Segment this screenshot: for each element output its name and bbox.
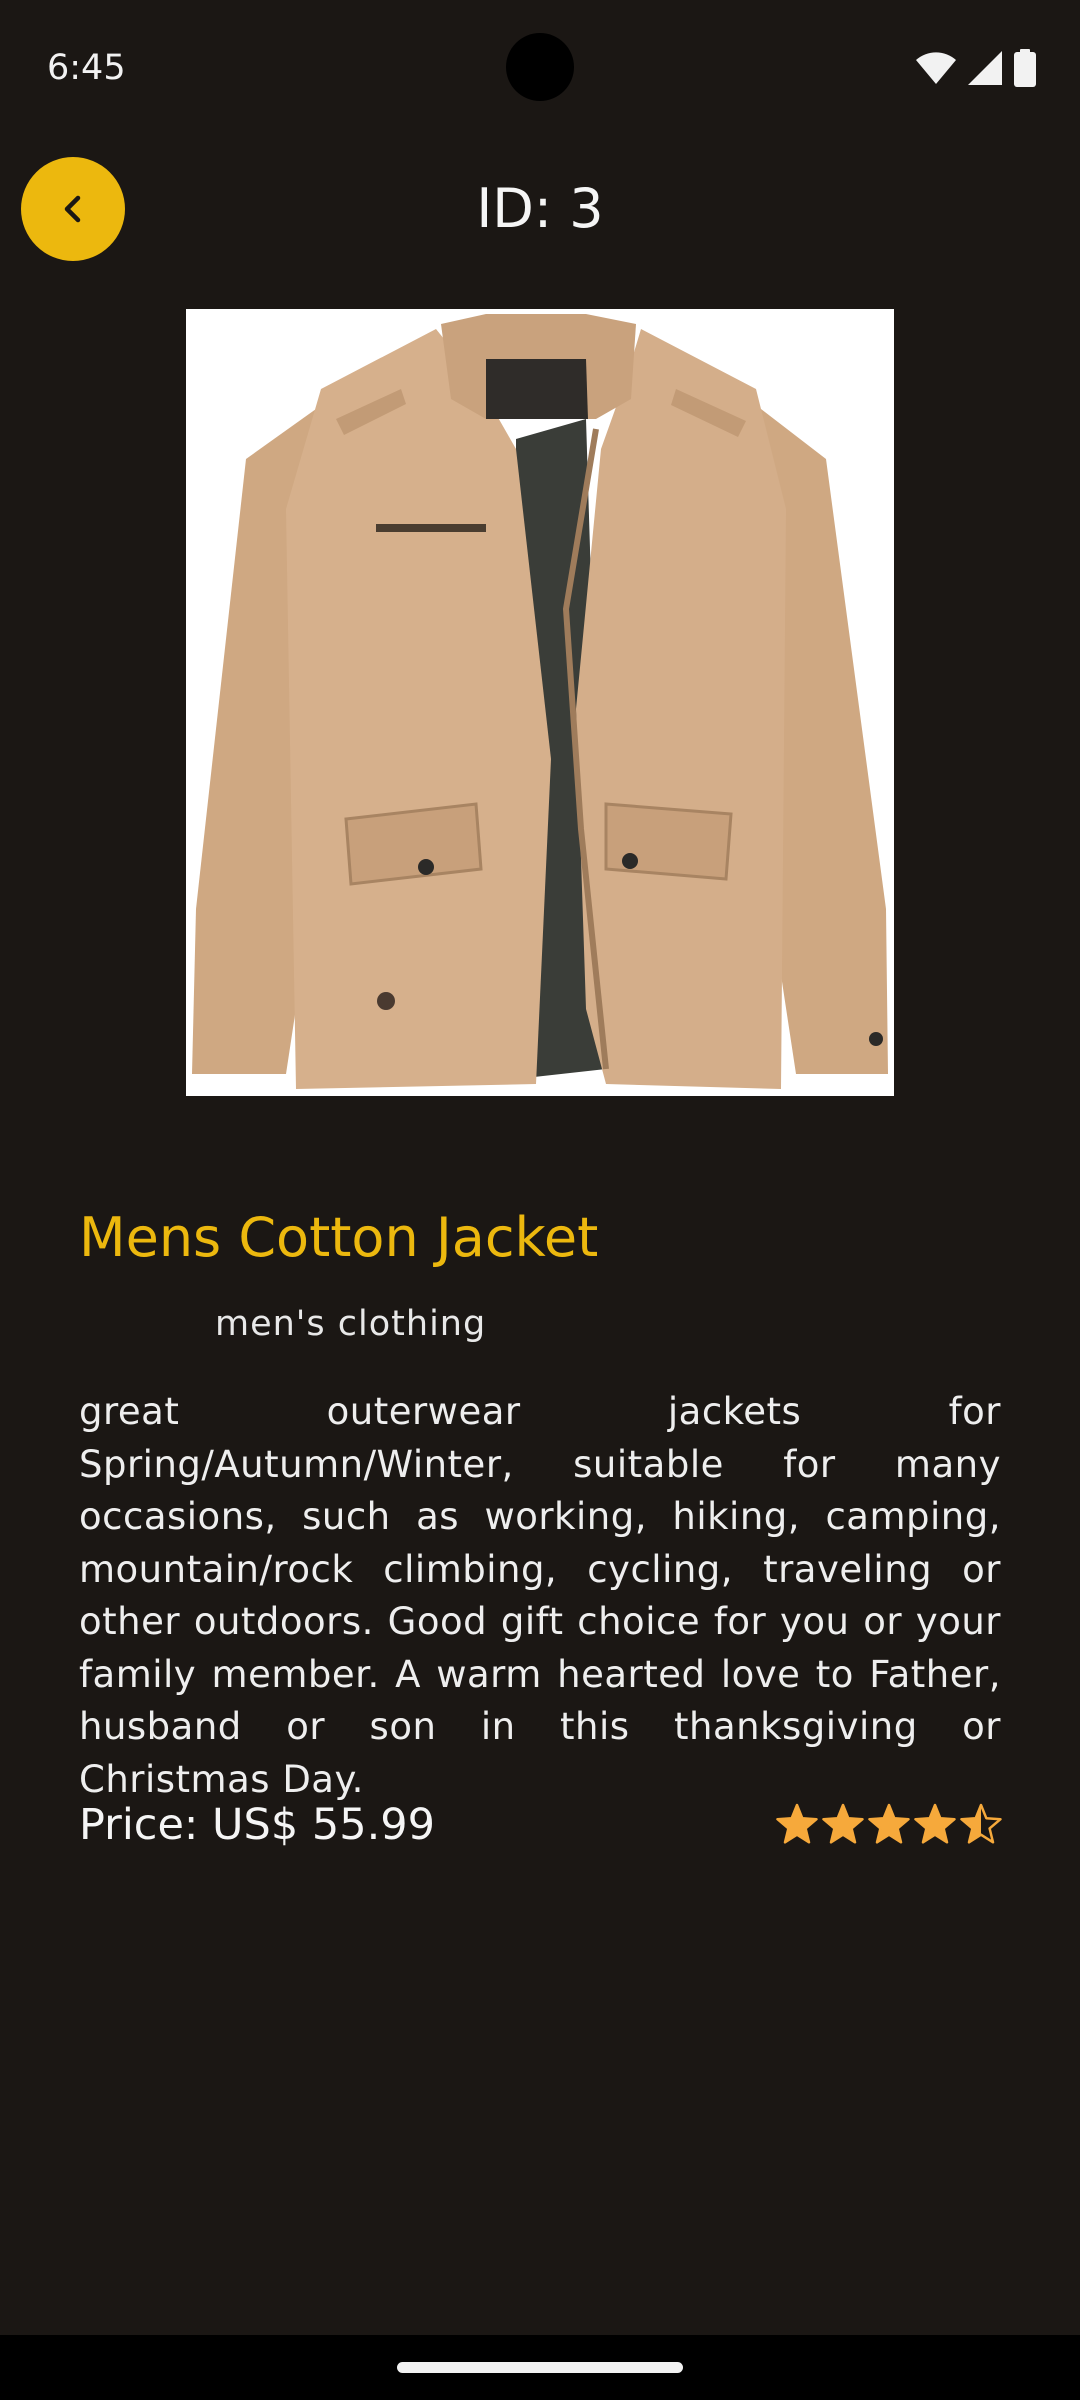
product-image xyxy=(186,309,894,1096)
page-title: ID: 3 xyxy=(476,177,604,240)
home-indicator[interactable] xyxy=(397,2362,683,2373)
star-rating xyxy=(776,1803,1002,1847)
star-full-icon xyxy=(822,1803,864,1844)
star-half-icon xyxy=(960,1803,1002,1844)
battery-icon xyxy=(1014,49,1036,87)
status-bar: 6:45 xyxy=(0,0,1080,136)
signal-icon xyxy=(968,51,1002,85)
status-icons xyxy=(916,48,1036,88)
star-full-icon xyxy=(868,1803,910,1844)
star-full-icon xyxy=(776,1803,818,1844)
wifi-icon xyxy=(916,52,956,84)
camera-cutout xyxy=(506,33,574,101)
product-price: Price: US$ 55.99 xyxy=(79,1800,435,1850)
status-time: 6:45 xyxy=(47,48,126,88)
jacket-illustration xyxy=(192,314,888,1089)
product-description: great outerwear jackets for Spring/Autum… xyxy=(79,1390,1001,1801)
star-full-icon xyxy=(914,1803,956,1844)
product-category: men's clothing xyxy=(215,1304,487,1344)
product-name: Mens Cotton Jacket xyxy=(79,1206,599,1269)
